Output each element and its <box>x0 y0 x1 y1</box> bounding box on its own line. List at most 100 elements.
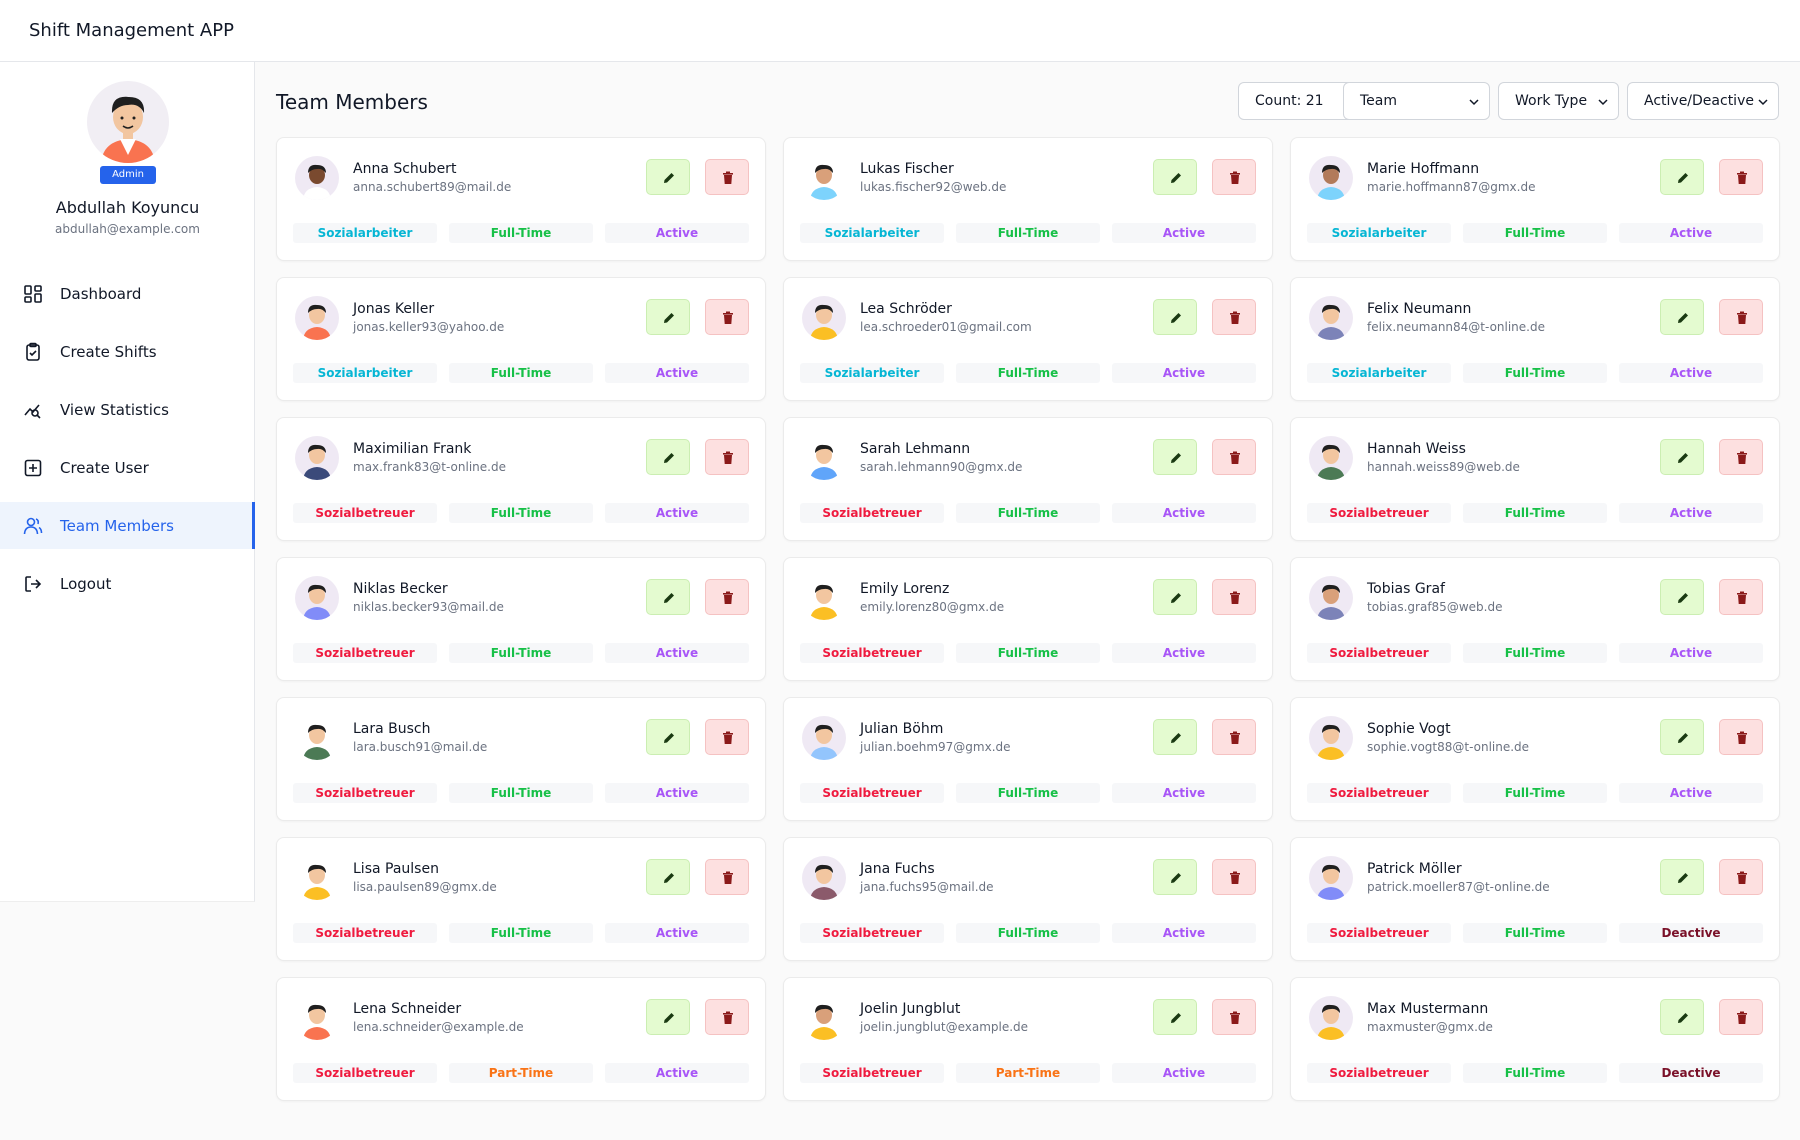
sidebar-item-dashboard[interactable]: Dashboard <box>0 270 255 317</box>
member-avatar <box>1309 576 1353 620</box>
role-tag: Sozialbetreuer <box>800 923 944 943</box>
edit-button[interactable] <box>1660 859 1704 895</box>
status-tag: Active <box>1619 503 1763 523</box>
page-title: Team Members <box>276 90 428 114</box>
edit-button[interactable] <box>1660 999 1704 1035</box>
delete-button[interactable] <box>705 579 749 615</box>
status-select[interactable]: Active/Deactive <box>1627 82 1779 120</box>
edit-button[interactable] <box>646 579 690 615</box>
member-email: tobias.graf85@web.de <box>1367 600 1503 614</box>
delete-button[interactable] <box>1212 579 1256 615</box>
trash-icon <box>1737 871 1747 884</box>
pencil-icon <box>1678 313 1688 323</box>
edit-button[interactable] <box>1153 999 1197 1035</box>
status-tag: Active <box>1619 223 1763 243</box>
member-avatar <box>295 156 339 200</box>
delete-button[interactable] <box>705 719 749 755</box>
edit-button[interactable] <box>1660 579 1704 615</box>
work-type-tag: Full-Time <box>1463 923 1607 943</box>
edit-button[interactable] <box>1153 439 1197 475</box>
edit-button[interactable] <box>1153 719 1197 755</box>
pencil-icon <box>1171 173 1181 183</box>
edit-button[interactable] <box>646 159 690 195</box>
status-tag: Active <box>1619 643 1763 663</box>
delete-button[interactable] <box>1719 579 1763 615</box>
work-type-tag: Full-Time <box>449 923 593 943</box>
pencil-icon <box>1171 733 1181 743</box>
status-tag: Active <box>605 363 749 383</box>
member-email: lara.busch91@mail.de <box>353 740 488 754</box>
member-email: lea.schroeder01@gmail.com <box>860 320 1032 334</box>
member-avatar <box>1309 296 1353 340</box>
delete-button[interactable] <box>1719 299 1763 335</box>
edit-button[interactable] <box>646 439 690 475</box>
member-name: Lena Schneider <box>353 1001 462 1017</box>
member-email: marie.hoffmann87@gmx.de <box>1367 180 1536 194</box>
sidebar-item-logout[interactable]: Logout <box>0 560 255 607</box>
delete-button[interactable] <box>705 299 749 335</box>
work-type-tag: Full-Time <box>1463 1063 1607 1083</box>
member-email: felix.neumann84@t-online.de <box>1367 320 1545 334</box>
edit-button[interactable] <box>646 299 690 335</box>
sidebar-item-create-shifts[interactable]: Create Shifts <box>0 328 255 375</box>
role-tag: Sozialbetreuer <box>293 503 437 523</box>
member-card: Patrick Möller patrick.moeller87@t-onlin… <box>1290 837 1780 961</box>
delete-button[interactable] <box>705 159 749 195</box>
member-email: sophie.vogt88@t-online.de <box>1367 740 1530 754</box>
delete-button[interactable] <box>1212 299 1256 335</box>
delete-button[interactable] <box>1719 999 1763 1035</box>
delete-button[interactable] <box>1212 439 1256 475</box>
delete-button[interactable] <box>1212 859 1256 895</box>
delete-button[interactable] <box>1212 719 1256 755</box>
pencil-icon <box>664 733 674 743</box>
trash-icon <box>1737 171 1747 184</box>
pencil-icon <box>1171 313 1181 323</box>
edit-button[interactable] <box>646 859 690 895</box>
team-select[interactable]: Team <box>1343 82 1490 120</box>
sidebar-item-label: View Statistics <box>60 401 169 419</box>
member-name: Marie Hoffmann <box>1367 161 1480 177</box>
edit-button[interactable] <box>1153 579 1197 615</box>
edit-button[interactable] <box>1153 859 1197 895</box>
edit-button[interactable] <box>1153 299 1197 335</box>
work-type-tag: Part-Time <box>956 1063 1100 1083</box>
top-bar: Shift Management APP <box>0 0 1800 62</box>
delete-button[interactable] <box>1212 159 1256 195</box>
edit-button[interactable] <box>1660 299 1704 335</box>
delete-button[interactable] <box>705 999 749 1035</box>
delete-button[interactable] <box>705 859 749 895</box>
member-name: Max Mustermann <box>1367 1001 1489 1017</box>
work-type-tag: Full-Time <box>1463 363 1607 383</box>
status-tag: Active <box>1112 783 1256 803</box>
work-type-tag: Full-Time <box>449 363 593 383</box>
trash-icon <box>1230 171 1240 184</box>
delete-button[interactable] <box>1719 719 1763 755</box>
delete-button[interactable] <box>705 439 749 475</box>
delete-button[interactable] <box>1212 999 1256 1035</box>
edit-button[interactable] <box>646 999 690 1035</box>
member-card: Lena Schneider lena.schneider@example.de… <box>276 977 766 1101</box>
work-type-select[interactable]: Work Type <box>1498 82 1619 120</box>
member-avatar <box>802 716 846 760</box>
edit-button[interactable] <box>1660 719 1704 755</box>
sidebar-item-team-members[interactable]: Team Members <box>0 502 255 549</box>
edit-button[interactable] <box>1660 159 1704 195</box>
status-tag: Active <box>1112 503 1256 523</box>
sidebar-item-create-user[interactable]: Create User <box>0 444 255 491</box>
member-avatar <box>802 576 846 620</box>
delete-button[interactable] <box>1719 859 1763 895</box>
delete-button[interactable] <box>1719 439 1763 475</box>
edit-button[interactable] <box>1660 439 1704 475</box>
delete-button[interactable] <box>1719 159 1763 195</box>
sidebar-item-view-statistics[interactable]: View Statistics <box>0 386 255 433</box>
edit-button[interactable] <box>646 719 690 755</box>
edit-button[interactable] <box>1153 159 1197 195</box>
role-tag: Sozialbetreuer <box>293 1063 437 1083</box>
trash-icon <box>1737 591 1747 604</box>
pencil-icon <box>664 453 674 463</box>
member-name: Jonas Keller <box>353 301 435 317</box>
member-card: Lisa Paulsen lisa.paulsen89@gmx.de Sozia… <box>276 837 766 961</box>
pencil-icon <box>1678 173 1688 183</box>
trash-icon <box>1737 451 1747 464</box>
member-card: Niklas Becker niklas.becker93@mail.de So… <box>276 557 766 681</box>
